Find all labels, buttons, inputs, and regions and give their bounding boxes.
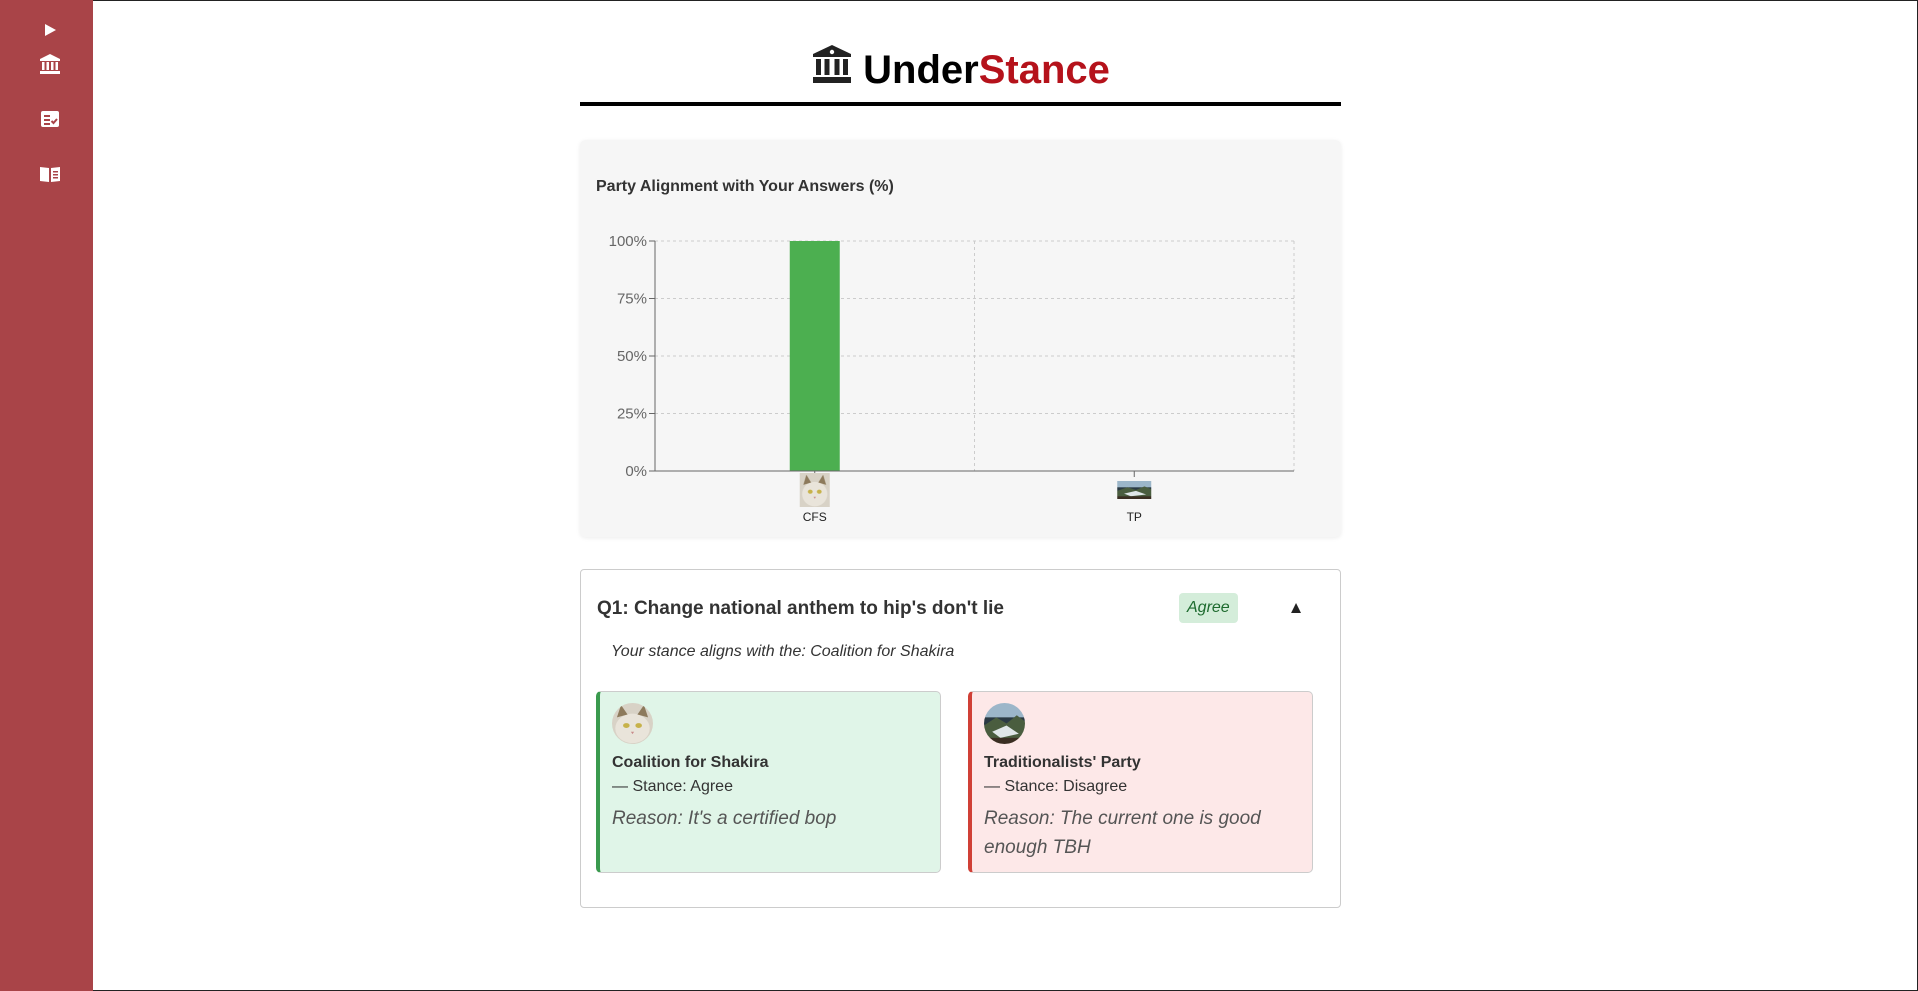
sidebar-item-quiz[interactable] [0, 101, 100, 137]
landmark-icon [40, 54, 60, 74]
sidebar [0, 0, 93, 991]
landscape-avatar-icon [1117, 481, 1152, 499]
party-stance: — Stance: Disagree [984, 778, 1128, 795]
chart-bars [789, 241, 840, 471]
party-stance: — Stance: Agree [612, 778, 733, 795]
party-card-coalition-for-shakira: Coalition for Shakira — Stance: Agree Re… [596, 691, 941, 873]
expand-arrow-icon [45, 24, 56, 36]
collapse-toggle-button[interactable]: ▲ [1281, 594, 1311, 622]
brand-name-part1: Under [863, 48, 979, 92]
party-card-traditionalists-party: Traditionalists' Party — Stance: Disagre… [968, 691, 1313, 873]
party-name: Traditionalists' Party [984, 754, 1141, 771]
y-tick-label: 75% [617, 291, 647, 308]
open-book-icon [40, 167, 60, 182]
sidebar-item-home[interactable] [0, 46, 100, 82]
question-card: Q1: Change national anthem to hip's don'… [580, 569, 1341, 908]
alignment-chart-card: Party Alignment with Your Answers (%) 0%… [580, 140, 1341, 537]
alignment-bar-chart: 0% 25% 50% 75% 100% CFS TP [609, 233, 1295, 524]
cat-avatar-icon [799, 473, 830, 507]
landscape-avatar-icon [984, 703, 1025, 744]
x-tick-label-cfs: CFS [803, 510, 827, 524]
sidebar-expand-button[interactable] [0, 12, 100, 48]
party-name: Coalition for Shakira [612, 754, 769, 771]
chart-x-tick-labels: CFS TP [799, 473, 1152, 524]
alignment-summary: Your stance aligns with the: Coalition f… [611, 643, 955, 660]
y-tick-label: 25% [617, 406, 647, 423]
party-reason: Reason: The current one is good enough T… [984, 808, 1261, 858]
sidebar-item-guide[interactable] [0, 156, 100, 192]
user-answer-badge: Agree [1179, 593, 1238, 623]
question-title: Q1: Change national anthem to hip's don'… [597, 598, 1004, 619]
chart-y-tick-labels: 0% 25% 50% 75% 100% [609, 233, 647, 480]
chart-axes [649, 240, 1294, 477]
checklist-icon [41, 111, 59, 127]
y-tick-label: 0% [625, 463, 647, 480]
landmark-icon [813, 45, 852, 83]
chart-grid [655, 240, 1295, 472]
bar-cfs[interactable] [789, 241, 840, 471]
party-reason: Reason: It's a certified bop [612, 808, 837, 829]
x-tick-label-tp: TP [1127, 510, 1142, 524]
header: UnderStance [580, 40, 1341, 106]
brand-name-part2: Stance [978, 48, 1110, 92]
cat-avatar-icon [612, 703, 653, 744]
brand: UnderStance [580, 40, 1341, 100]
y-tick-label: 100% [609, 233, 647, 250]
y-tick-label: 50% [617, 348, 647, 365]
